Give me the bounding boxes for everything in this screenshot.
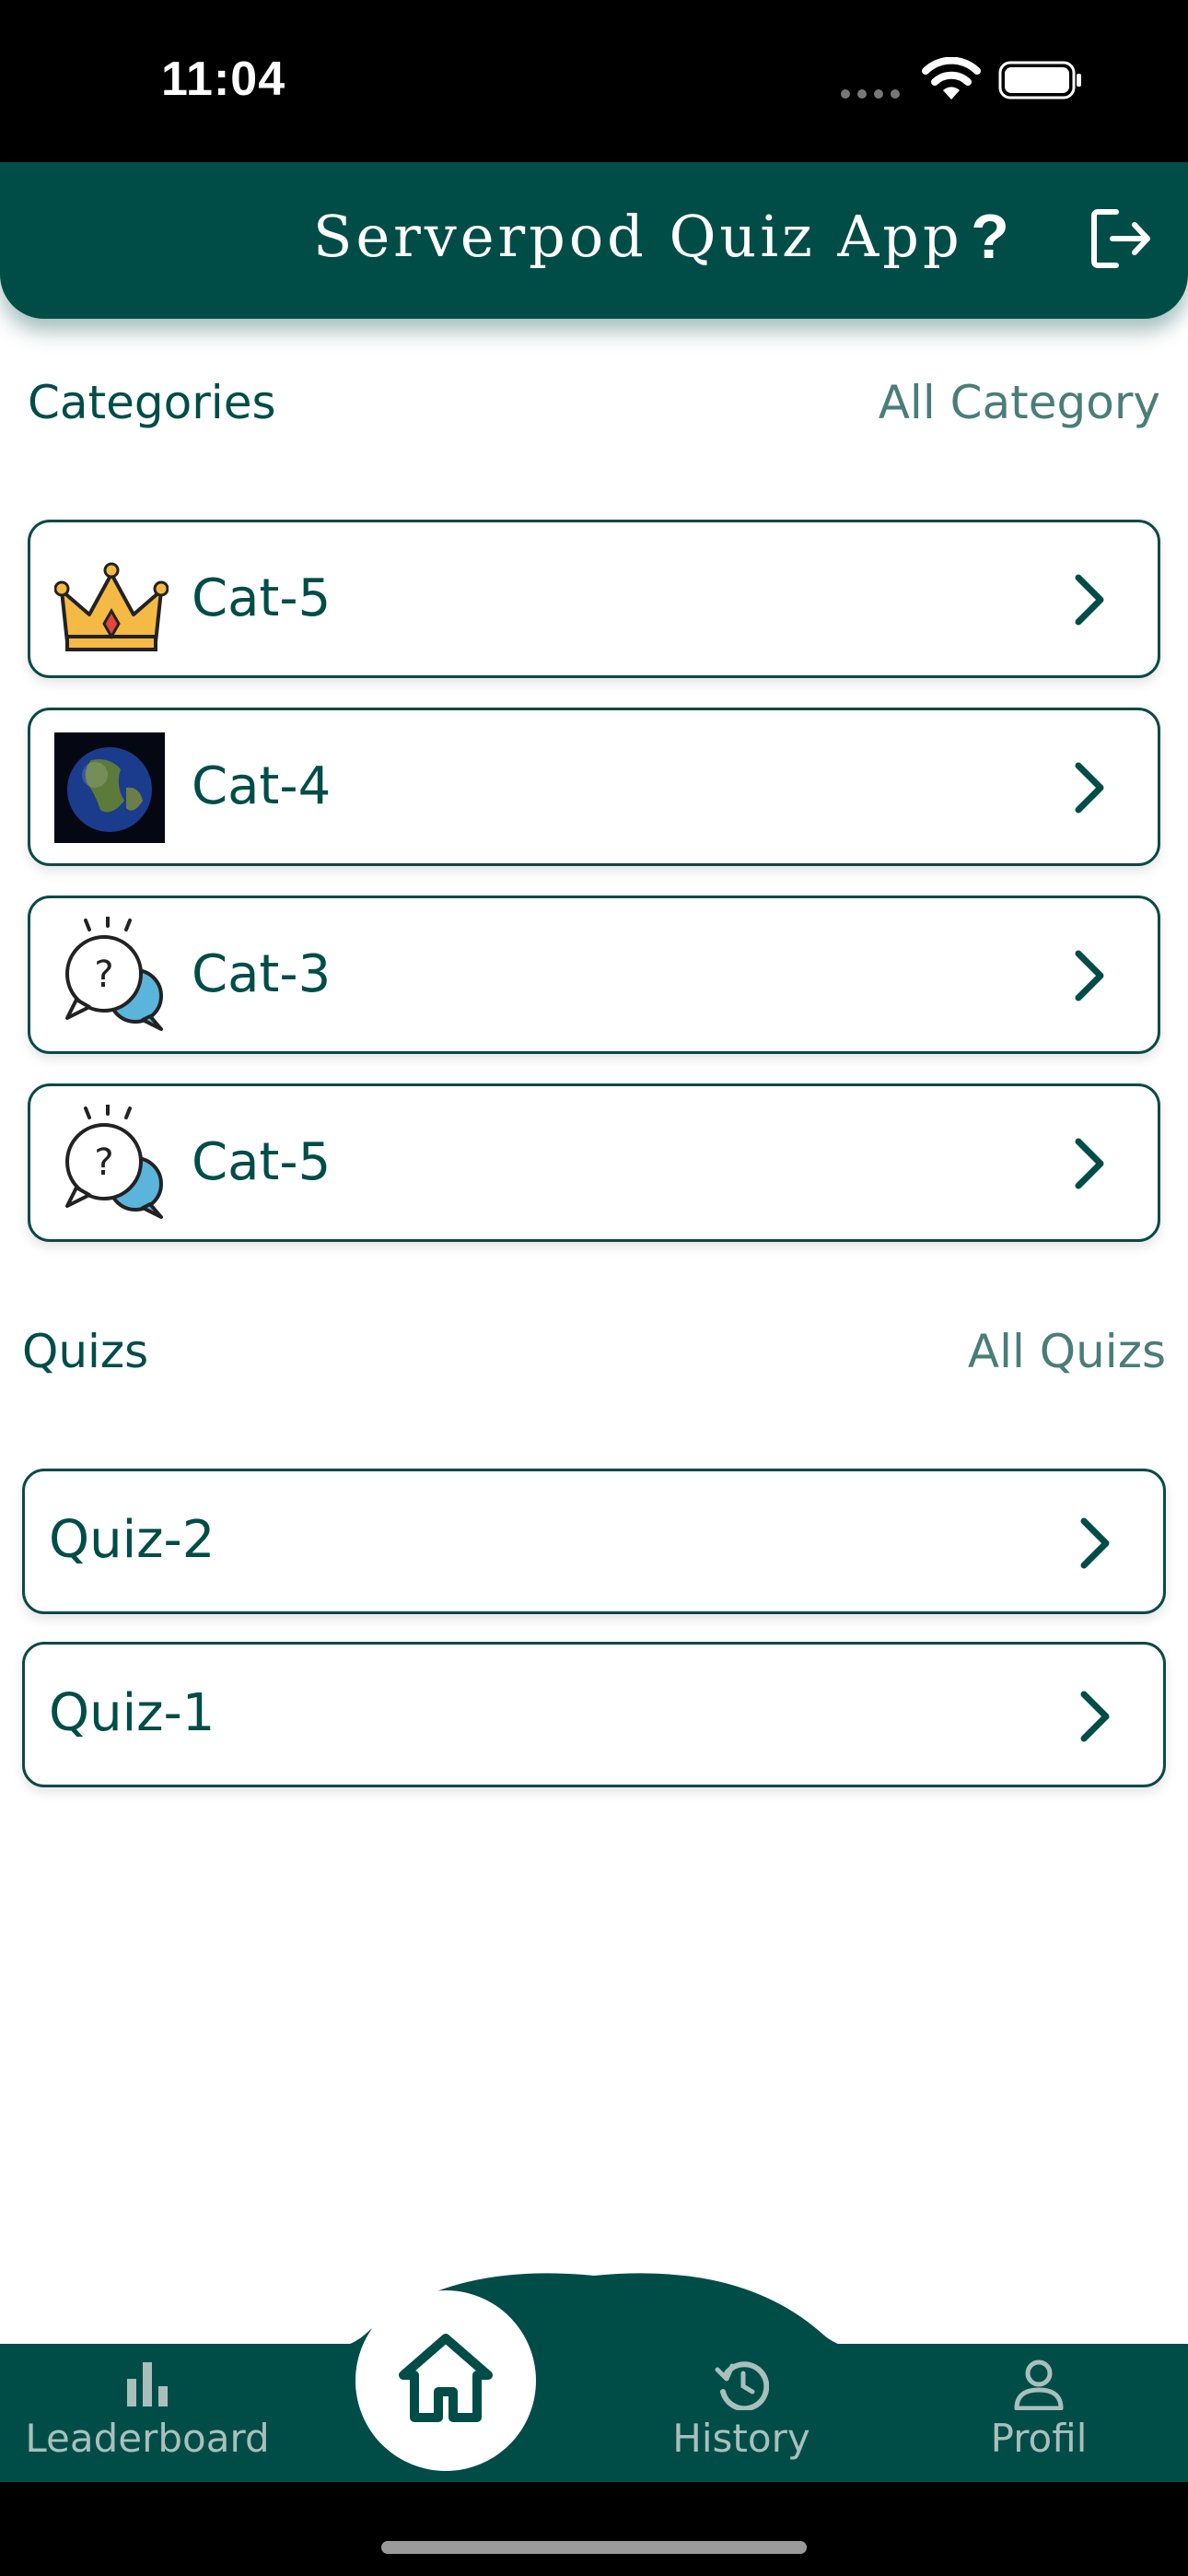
svg-text:?: ? bbox=[94, 1142, 113, 1184]
earth-image-icon bbox=[54, 732, 165, 843]
app-header: Serverpod Quiz App ? bbox=[0, 162, 1188, 319]
category-label: Cat-5 bbox=[192, 1132, 332, 1192]
chevron-right-icon bbox=[1075, 574, 1104, 626]
quizzes-title: Quizs bbox=[22, 1325, 149, 1378]
chevron-right-icon bbox=[1075, 1138, 1104, 1189]
bar-chart-icon bbox=[127, 2362, 168, 2406]
battery-icon bbox=[998, 61, 1081, 100]
cellular-signal-icon bbox=[841, 89, 900, 99]
crown-icon bbox=[54, 562, 169, 651]
nav-item-leaderboard[interactable]: Leaderboard bbox=[9, 2359, 285, 2469]
status-bar: 11:04 bbox=[0, 0, 1188, 162]
question-bubbles-icon: ? bbox=[65, 1105, 163, 1219]
category-card[interactable]: ? Cat-5 bbox=[28, 1083, 1160, 1242]
chevron-right-icon bbox=[1080, 1517, 1110, 1569]
wifi-icon bbox=[922, 57, 981, 100]
category-card[interactable]: Cat-4 bbox=[28, 708, 1160, 866]
home-button[interactable] bbox=[355, 2290, 536, 2471]
chevron-right-icon bbox=[1075, 762, 1104, 814]
all-category-link[interactable]: All Category bbox=[879, 376, 1160, 429]
category-card[interactable]: Cat-5 bbox=[28, 520, 1160, 678]
logout-icon[interactable] bbox=[1087, 205, 1155, 273]
nav-item-history[interactable]: History bbox=[603, 2359, 879, 2469]
quiz-label: Quiz-2 bbox=[49, 1510, 215, 1570]
quiz-label: Quiz-1 bbox=[49, 1683, 215, 1743]
nav-label-profile: Profil bbox=[990, 2416, 1088, 2461]
home-icon bbox=[399, 2334, 493, 2422]
chevron-right-icon bbox=[1080, 1691, 1110, 1742]
svg-text:?: ? bbox=[94, 954, 113, 996]
home-indicator-area bbox=[0, 2482, 1188, 2576]
quiz-card[interactable]: Quiz-1 bbox=[22, 1642, 1166, 1787]
category-label: Cat-4 bbox=[192, 756, 332, 816]
app-screen: 11:04 Serverpod Quiz App ? Categories Al… bbox=[0, 0, 1188, 2576]
categories-title: Categories bbox=[28, 376, 276, 429]
history-icon bbox=[715, 2361, 769, 2410]
help-button[interactable]: ? bbox=[958, 195, 1022, 278]
status-time: 11:04 bbox=[161, 53, 286, 106]
app-title: Serverpod Quiz App bbox=[313, 203, 963, 270]
nav-item-profile[interactable]: Profil bbox=[901, 2359, 1177, 2469]
category-label: Cat-5 bbox=[192, 568, 332, 628]
home-indicator[interactable] bbox=[381, 2541, 807, 2554]
category-label: Cat-3 bbox=[192, 944, 332, 1004]
person-icon bbox=[1014, 2359, 1064, 2410]
nav-label-history: History bbox=[672, 2416, 810, 2461]
chevron-right-icon bbox=[1075, 950, 1104, 1001]
nav-label-leaderboard: Leaderboard bbox=[25, 2416, 270, 2461]
question-bubbles-icon: ? bbox=[65, 917, 163, 1031]
all-quizzes-link[interactable]: All Quizs bbox=[968, 1325, 1166, 1378]
quiz-card[interactable]: Quiz-2 bbox=[22, 1469, 1166, 1614]
category-card[interactable]: ? Cat-3 bbox=[28, 896, 1160, 1054]
